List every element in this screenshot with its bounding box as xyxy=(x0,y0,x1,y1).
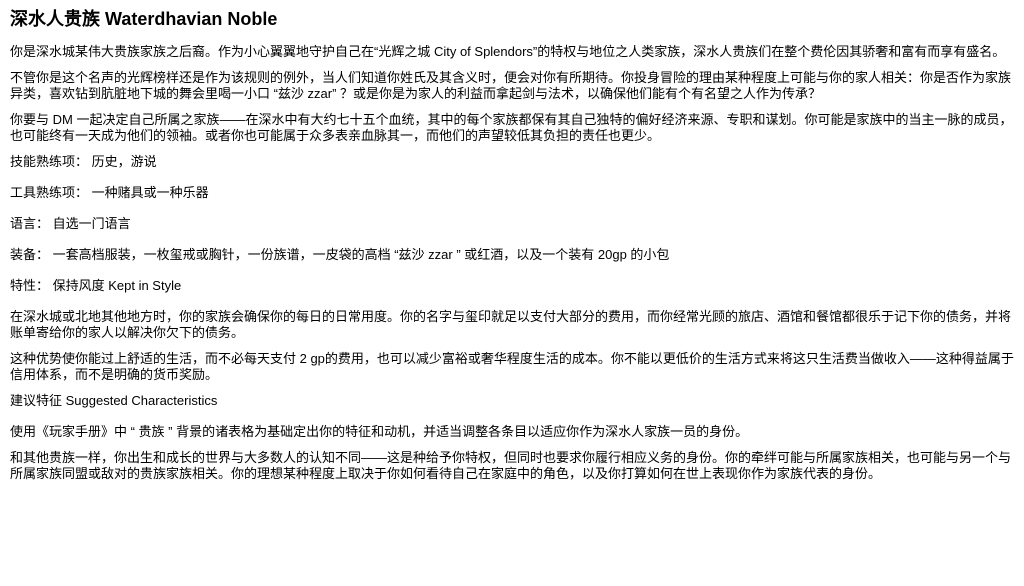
suggested-characteristics-heading: 建议特征 Suggested Characteristics xyxy=(10,393,218,408)
characteristics-paragraph: 和其他贵族一样，你出生和成长的世界与大多数人的认知不同——这是种给予你特权，但同… xyxy=(10,450,1012,481)
page-title: 深水人贵族 Waterdhavian Noble xyxy=(10,8,1014,31)
intro-paragraph: 你是深水城某伟大贵族家族之后裔。作为小心翼翼地守护自己在“光辉之城 City o… xyxy=(10,44,1006,59)
feature-paragraph: 在深水城或北地其他地方时，你的家族会确保你的每日的日常用度。你的名字与玺印就足以… xyxy=(10,309,1012,340)
equipment: 装备： 一套高档服装，一枚玺戒或胸针，一份族谱，一皮袋的高档 “兹沙 zzar … xyxy=(10,247,670,262)
skill-proficiencies: 技能熟练项： 历史，游说 xyxy=(10,154,157,169)
document-page: 深水人贵族 Waterdhavian Noble 你是深水城某伟大贵族家族之后裔… xyxy=(0,0,1024,482)
tool-proficiencies: 工具熟练项： 一种赌具或一种乐器 xyxy=(10,185,209,200)
feature-paragraph: 这种优势使你能过上舒适的生活，而不必每天支付 2 gp的费用，也可以减少富裕或奢… xyxy=(10,351,1014,382)
expectation-paragraph: 不管你是这个名声的光辉榜样还是作为该规则的例外，当人们知道你姓氏及其含义时，便会… xyxy=(10,70,1012,101)
characteristics-paragraph: 使用《玩家手册》中 “ 贵族 ” 背景的诸表格为基础定出你的特征和动机，并适当调… xyxy=(10,424,749,439)
feature-heading: 特性： 保持风度 Kept in Style xyxy=(10,278,182,293)
page-title-en: Waterdhavian Noble xyxy=(105,9,278,29)
family-paragraph: 你要与 DM 一起决定自己所属之家族——在深水中有大约七十五个血统，其中的每个家… xyxy=(10,112,1013,143)
languages: 语言： 自选一门语言 xyxy=(10,216,131,231)
page-title-cn: 深水人贵族 xyxy=(10,9,100,30)
